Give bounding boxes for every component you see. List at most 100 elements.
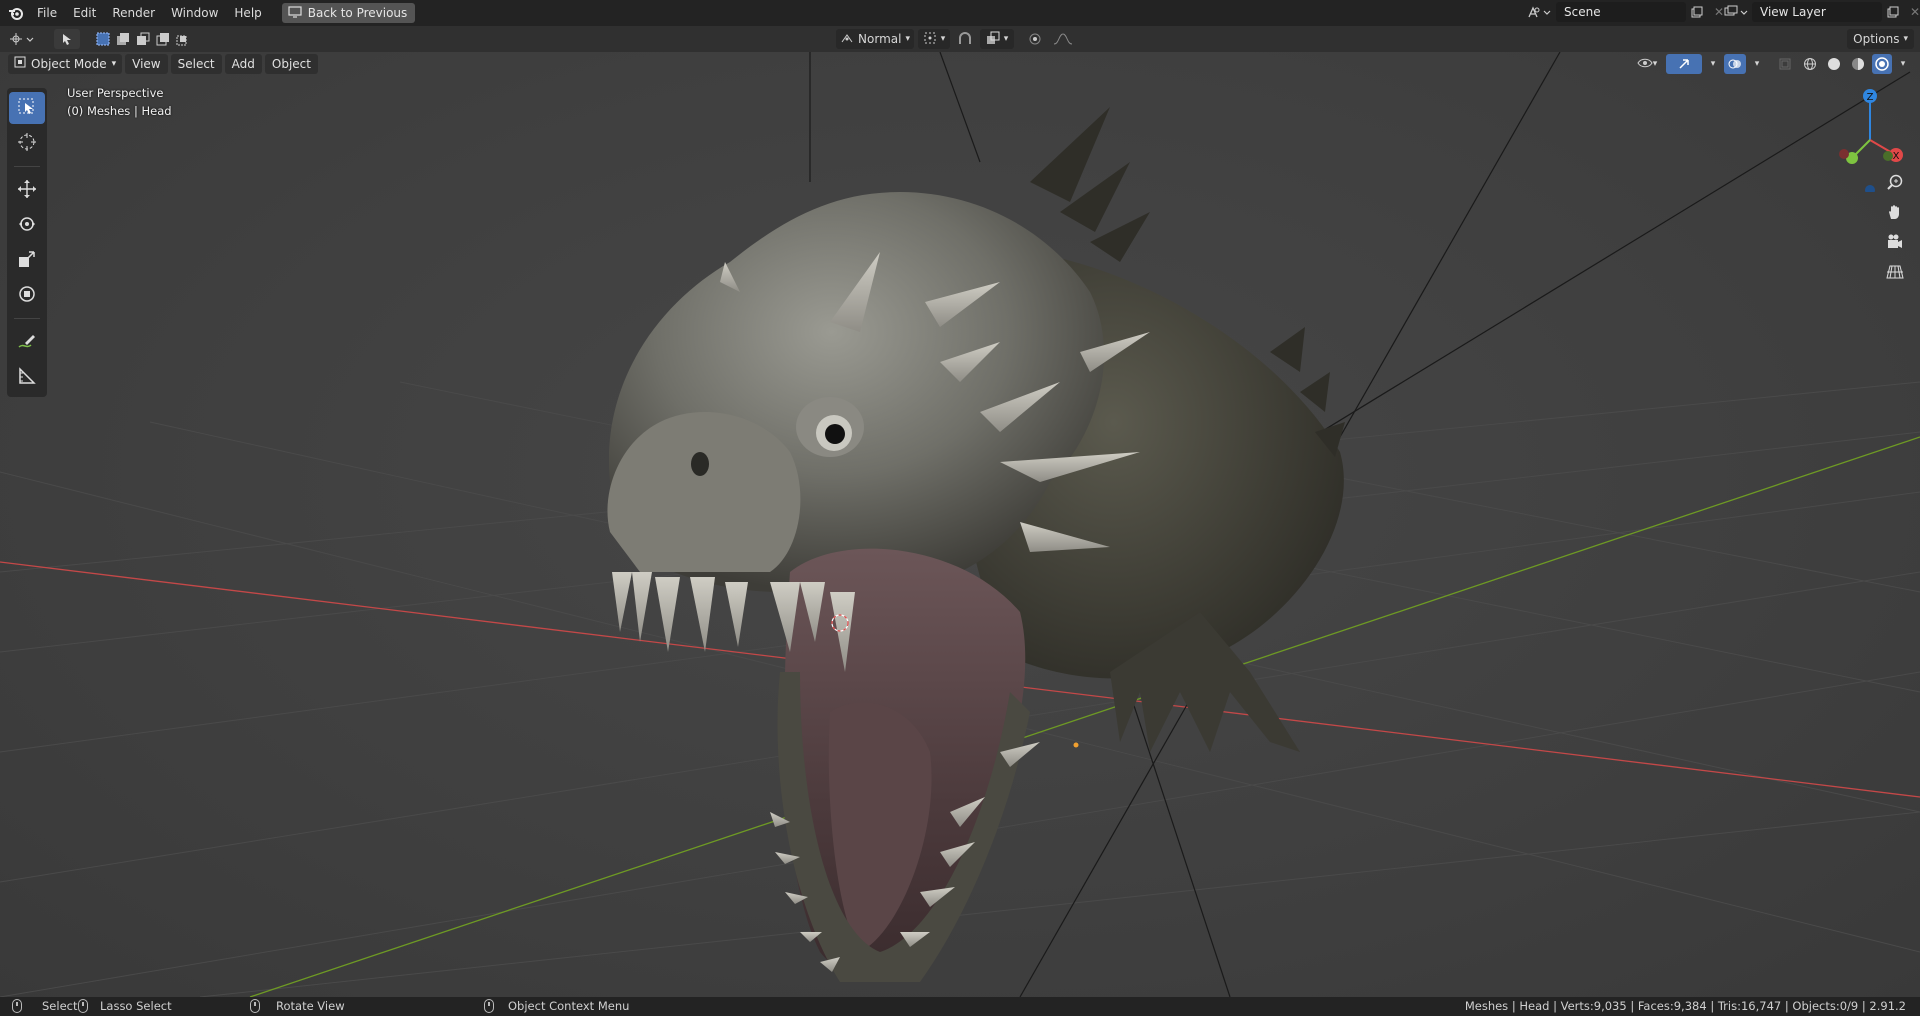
camera-view-button[interactable] <box>1880 230 1910 256</box>
selection-mode-group <box>94 30 192 48</box>
menu-select[interactable]: Select <box>170 54 222 74</box>
xray-toggle-icon[interactable] <box>1774 54 1796 74</box>
chevron-down-icon[interactable]: ▾ <box>1896 54 1910 74</box>
editor-type-icon[interactable] <box>6 29 40 49</box>
select-subtract-icon[interactable] <box>134 30 152 48</box>
chevron-down-icon: ▾ <box>905 34 910 44</box>
menu-file[interactable]: File <box>29 2 65 24</box>
rotate-tool[interactable] <box>9 209 45 241</box>
transform-icon <box>17 284 37 307</box>
mouse-left-icon <box>12 999 22 1013</box>
transform-orientation-dropdown[interactable]: Normal ▾ <box>836 29 914 49</box>
rendered-shading-icon[interactable] <box>1872 54 1892 74</box>
cursor-tool[interactable] <box>9 127 45 159</box>
snap-target-dropdown[interactable]: ▾ <box>980 29 1014 49</box>
tweak-tool-icon[interactable] <box>54 29 80 49</box>
delete-view-layer-icon[interactable]: ✕ <box>1904 2 1920 22</box>
top-menu-bar: File Edit Render Window Help Back to Pre… <box>0 0 1920 26</box>
menu-help[interactable]: Help <box>226 2 269 24</box>
menu-view[interactable]: View <box>125 54 168 74</box>
new-view-layer-icon[interactable] <box>1882 2 1904 22</box>
gizmo-neg-x-handle[interactable] <box>1839 149 1849 159</box>
perspective-toggle-button[interactable] <box>1880 260 1910 286</box>
tool-separator <box>14 166 40 167</box>
select-difference-icon[interactable] <box>154 30 172 48</box>
viewport-scene <box>0 52 1920 997</box>
new-scene-icon[interactable] <box>1686 2 1708 22</box>
zoom-view-button[interactable] <box>1880 170 1910 196</box>
gizmo-x-label: X <box>1893 151 1900 162</box>
camera-icon <box>1886 233 1904 254</box>
snap-increment-icon <box>986 31 1000 48</box>
gizmo-y-line <box>1853 139 1871 157</box>
pivot-point-dropdown[interactable]: ▾ <box>918 29 950 49</box>
select-intersect-icon[interactable] <box>174 30 192 48</box>
options-dropdown[interactable]: Options ▾ <box>1847 29 1914 49</box>
gizmo-neg-y-handle[interactable] <box>1883 151 1893 161</box>
snap-toggle-icon[interactable] <box>954 29 976 49</box>
select-extend-icon[interactable] <box>114 30 132 48</box>
select-box-tool[interactable] <box>9 92 45 124</box>
visibility-dropdown[interactable]: ▾ <box>1632 54 1662 74</box>
move-icon <box>17 179 37 202</box>
status-select-label: Select <box>42 999 78 1013</box>
eye-icon <box>1637 57 1653 72</box>
wireframe-shading-icon[interactable] <box>1800 54 1820 74</box>
menu-render[interactable]: Render <box>104 2 163 24</box>
measure-tool[interactable] <box>9 361 45 393</box>
viewport-header: Normal ▾ ▾ ▾ Options ▾ <box>0 26 1920 52</box>
scene-browse-icon[interactable] <box>1522 2 1556 22</box>
object-mode-dropdown[interactable]: Object Mode ▾ <box>8 54 123 74</box>
chevron-down-icon[interactable]: ▾ <box>1706 54 1720 74</box>
scene-statistics: Meshes | Head | Verts:9,035 | Faces:9,38… <box>1464 999 1906 1013</box>
select-box-icon <box>17 97 37 120</box>
material-shading-icon[interactable] <box>1848 54 1868 74</box>
status-select: Select <box>12 999 77 1013</box>
back-to-previous-label: Back to Previous <box>307 6 408 20</box>
zoom-icon <box>1886 173 1904 194</box>
hand-icon <box>1886 203 1904 224</box>
chevron-down-icon: ▾ <box>1652 59 1658 69</box>
mouse-drag-icon <box>78 999 88 1013</box>
scale-tool[interactable] <box>9 244 45 276</box>
chevron-down-icon: ▾ <box>940 34 946 44</box>
status-context: Object Context Menu <box>484 999 629 1013</box>
object-mode-icon <box>14 54 26 74</box>
proportional-falloff-icon[interactable] <box>1050 29 1076 49</box>
menu-object[interactable]: Object <box>264 54 318 74</box>
grid-icon <box>1886 263 1904 284</box>
overlays-toggle-icon[interactable] <box>1724 54 1746 74</box>
viewport-display-tools: ▾ ▾ ▾ ▾ <box>1632 54 1910 74</box>
measure-icon <box>17 366 37 389</box>
pan-view-button[interactable] <box>1880 200 1910 226</box>
gizmo-neg-z-handle[interactable] <box>1865 185 1875 192</box>
annotate-icon <box>17 331 37 354</box>
proportional-editing-icon[interactable] <box>1024 29 1046 49</box>
annotate-tool[interactable] <box>9 326 45 358</box>
select-new-icon[interactable] <box>94 30 112 48</box>
status-bar: Select Lasso Select Rotate View Object C… <box>0 997 1920 1016</box>
view-layer-browse-icon[interactable] <box>1720 2 1752 22</box>
chevron-down-icon: ▾ <box>1903 34 1908 44</box>
viewport-menubar: Object Mode ▾ View Select Add Object <box>8 54 318 74</box>
3d-viewport[interactable]: Object Mode ▾ View Select Add Object ▾ ▾… <box>0 52 1920 997</box>
scene-selector: Scene ✕ <box>1522 2 1730 22</box>
gizmo-z-label: Z <box>1867 92 1874 103</box>
view-layer-field[interactable]: View Layer <box>1752 2 1882 22</box>
status-context-label: Object Context Menu <box>508 999 630 1013</box>
menu-window[interactable]: Window <box>163 2 226 24</box>
transform-tool[interactable] <box>9 279 45 311</box>
blender-logo-icon[interactable] <box>3 0 29 26</box>
chevron-down-icon[interactable]: ▾ <box>1750 54 1764 74</box>
move-tool[interactable] <box>9 174 45 206</box>
back-to-previous-button[interactable]: Back to Previous <box>281 3 416 23</box>
mouse-right-icon <box>484 999 494 1013</box>
menu-edit[interactable]: Edit <box>65 2 104 24</box>
menu-add[interactable]: Add <box>224 54 262 74</box>
pivot-icon <box>923 31 937 48</box>
scene-name-field[interactable]: Scene <box>1556 2 1686 22</box>
gizmo-toggle-icon[interactable] <box>1666 54 1702 74</box>
orientation-icon <box>840 32 854 47</box>
solid-shading-icon[interactable] <box>1824 54 1844 74</box>
mouse-middle-icon <box>250 999 260 1013</box>
